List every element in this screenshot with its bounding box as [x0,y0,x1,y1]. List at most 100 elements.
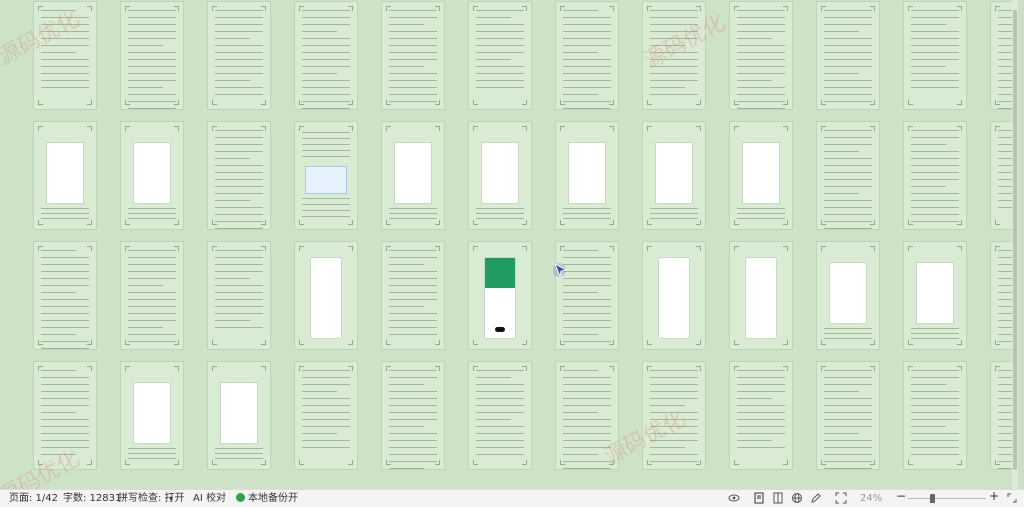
text-line [650,24,698,25]
text-line [389,299,437,300]
scrollbar-thumb[interactable] [1013,10,1017,470]
text-line [476,17,511,18]
page-thumbnail[interactable] [34,362,96,469]
zoom-slider-handle[interactable] [930,494,936,503]
page-thumbnail[interactable] [382,122,444,229]
page-thumbnail[interactable] [643,362,705,469]
page-thumbnail[interactable] [34,242,96,349]
text-line [389,419,437,420]
page-thumbnail[interactable] [556,362,618,469]
page-thumbnail[interactable] [121,242,183,349]
fullscreen-icon[interactable] [835,492,847,504]
page-thumbnail[interactable] [382,242,444,349]
text-line [128,45,163,46]
page-corner-mark [522,126,527,131]
page-thumbnail[interactable] [817,242,879,349]
page-thumbnail[interactable] [208,122,270,229]
page-thumbnail[interactable] [121,2,183,109]
page-thumbnail[interactable] [382,2,444,109]
text-line [302,384,350,385]
page-thumbnail[interactable] [817,122,879,229]
text-line [41,412,76,413]
page-thumbnail[interactable] [904,362,966,469]
page-thumbnail[interactable] [208,242,270,349]
text-line [563,52,598,53]
zoom-in-button[interactable]: + [989,490,999,503]
page-view-icon[interactable] [753,492,765,504]
vertical-scrollbar[interactable] [1012,0,1018,490]
text-line [128,448,176,449]
web-view-icon[interactable] [791,492,803,504]
page-thumbnail[interactable] [295,362,357,469]
page-thumbnail[interactable] [730,122,792,229]
text-line [215,200,250,201]
text-line [911,333,959,334]
chevron-down-icon[interactable]: ▾ [169,492,173,505]
page-thumbnail[interactable] [904,242,966,349]
page-thumbnail[interactable] [730,242,792,349]
page-thumbnail[interactable] [208,362,270,469]
page-corner-mark [734,126,739,131]
page-indicator[interactable]: 页面: 1/42 [9,492,58,505]
page-thumbnail[interactable] [295,122,357,229]
page-thumbnail[interactable] [730,2,792,109]
text-line [563,45,611,46]
spellcheck-toggle[interactable]: 拼写检查: 打开 [118,492,185,505]
page-thumbnail[interactable] [643,122,705,229]
page-thumbnail[interactable] [34,2,96,109]
eye-icon[interactable] [728,492,740,504]
page-thumbnail[interactable] [295,242,357,349]
zoom-level[interactable]: 24% [860,492,882,505]
text-line [737,391,785,392]
page-thumbnail[interactable] [556,122,618,229]
document-canvas[interactable]: 源码优化 源码优化 源码优化 源码优化 [0,0,1018,490]
page-thumbnail[interactable] [904,122,966,229]
page-thumbnail[interactable] [469,242,531,349]
page-thumbnail[interactable] [817,2,879,109]
page-thumbnail[interactable] [295,2,357,109]
text-line [215,17,263,18]
text-line [389,391,437,392]
page-thumbnail[interactable] [34,122,96,229]
page-thumbnail[interactable] [469,362,531,469]
pen-icon[interactable] [810,492,822,504]
text-line [563,108,611,109]
page-thumbnail[interactable] [556,242,618,349]
text-line [563,433,611,434]
text-line [215,228,263,229]
text-line [389,73,437,74]
page-thumbnail[interactable] [730,362,792,469]
page-thumbnail[interactable] [469,122,531,229]
text-line [650,52,698,53]
page-thumbnail[interactable] [556,2,618,109]
word-count[interactable]: 字数: 12831 [63,492,121,505]
ai-proofread-button[interactable]: AI 校对 [193,492,226,505]
page-thumbnail[interactable] [817,362,879,469]
text-line [824,165,872,166]
text-line [41,341,89,342]
expand-icon[interactable] [1006,492,1018,504]
page-thumbnail[interactable] [121,362,183,469]
text-line [737,31,785,32]
page-thumbnail[interactable] [121,122,183,229]
page-thumbnail[interactable] [904,2,966,109]
page-thumbnail[interactable] [382,362,444,469]
text-line [650,45,685,46]
local-backup-status[interactable]: 本地备份开 [236,492,298,505]
page-thumbnail[interactable] [208,2,270,109]
page-thumbnail[interactable] [643,242,705,349]
text-line [563,292,598,293]
text-line [128,218,176,219]
text-line [650,391,698,392]
zoom-out-button[interactable]: − [896,490,906,503]
table-figure [305,166,347,194]
page-thumbnail[interactable] [643,2,705,109]
zoom-slider[interactable] [908,498,986,499]
page-corner-mark [174,460,179,465]
outline-view-icon[interactable] [772,492,784,504]
page-corner-mark [261,340,266,345]
text-line [650,405,685,406]
text-line [563,73,611,74]
page-thumbnail[interactable] [469,2,531,109]
text-line [41,419,89,420]
